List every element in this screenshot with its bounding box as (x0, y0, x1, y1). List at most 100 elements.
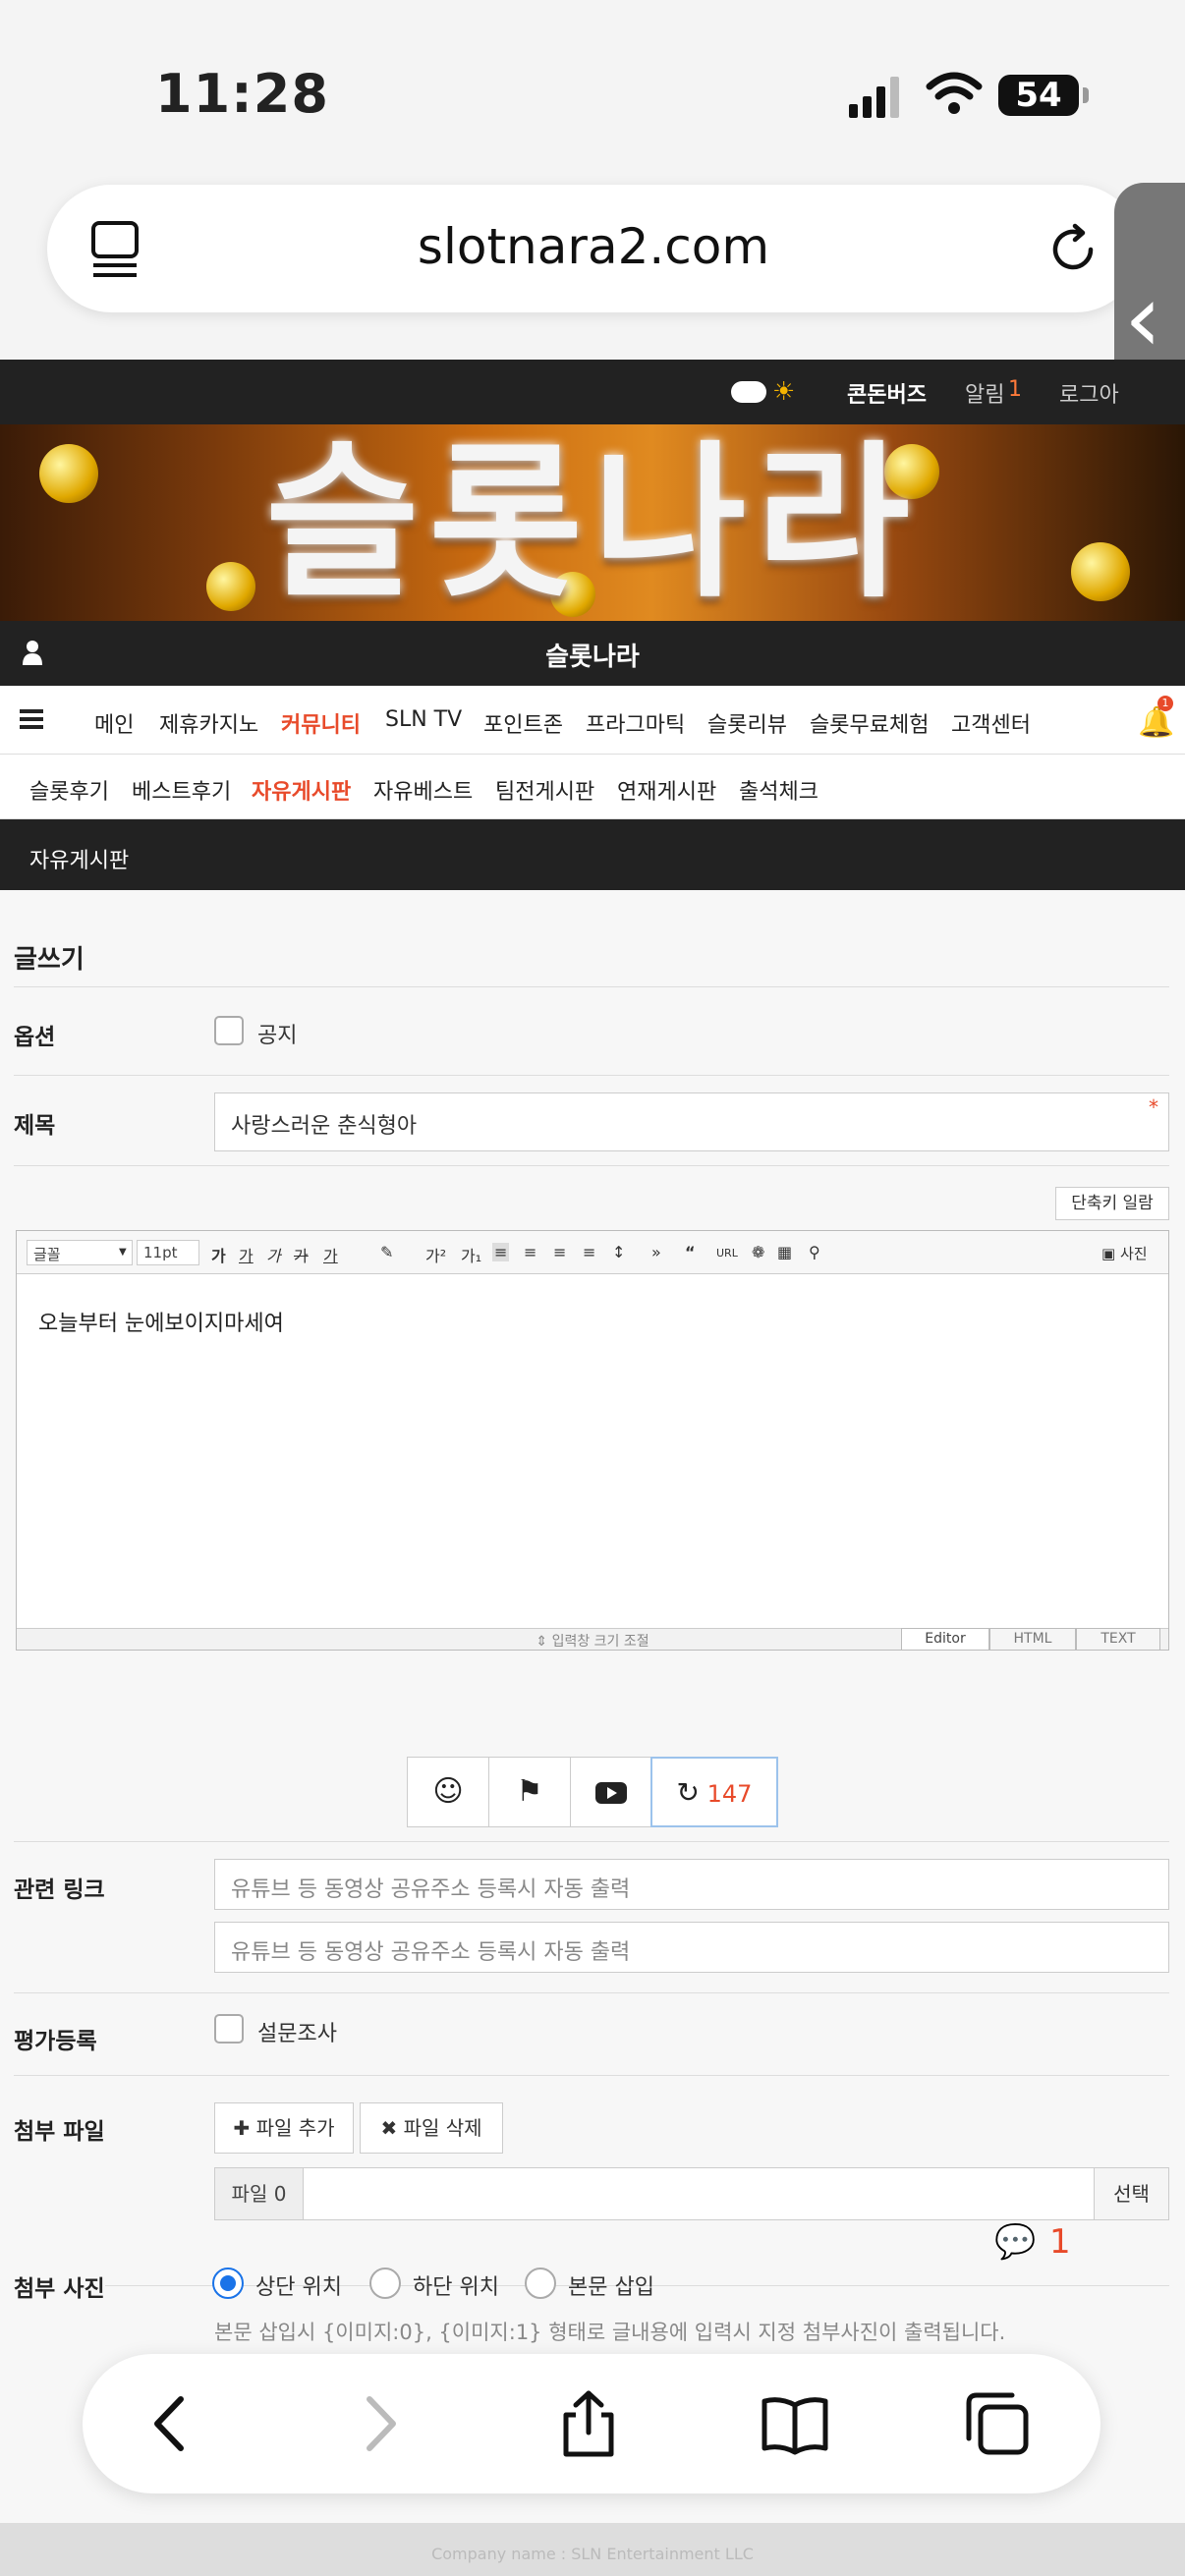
submenu-item-best-review[interactable]: 베스트후기 (132, 774, 231, 806)
back-icon[interactable] (138, 2389, 206, 2458)
align-center-icon[interactable]: ≡ (524, 1243, 536, 1261)
emoji-button[interactable]: ☺ (407, 1757, 489, 1827)
submenu-item-team-board[interactable]: 팀전게시판 (495, 774, 594, 806)
tab-html[interactable]: HTML (989, 1628, 1076, 1650)
bell-icon[interactable]: 🔔 (1138, 705, 1174, 740)
align-right-icon[interactable]: ≡ (553, 1243, 566, 1261)
file-count-label: 파일 0 (215, 2168, 304, 2219)
reload-icon[interactable] (1045, 222, 1100, 277)
line-height-icon[interactable]: ↕ (612, 1243, 625, 1261)
radio-top-position[interactable] (212, 2268, 244, 2299)
option-label: 옵션 (14, 1025, 56, 1050)
menu-item-pragmatic[interactable]: 프라그마틱 (586, 707, 685, 739)
submenu-item-attendance[interactable]: 출석체크 (739, 774, 818, 806)
special-char-icon[interactable]: ❁ (752, 1243, 764, 1261)
notification-badge: 1 (1157, 696, 1173, 711)
theme-toggle[interactable] (731, 381, 766, 403)
tabs-icon[interactable] (963, 2389, 1032, 2458)
highlight-icon[interactable]: ✎ (380, 1243, 393, 1261)
submenu-item-slot-review[interactable]: 슬롯후기 (29, 774, 109, 806)
link-input-1[interactable]: 유튜브 등 동영상 공유주소 등록시 자동 출력 (214, 1859, 1169, 1910)
sub-menu: 슬롯후기 베스트후기 자유게시판 자유베스트 팀전게시판 연재게시판 출석체크 (0, 755, 1185, 819)
battery-indicator: 54 (998, 75, 1089, 116)
delete-file-button[interactable]: ✖ 파일 삭제 (360, 2102, 503, 2154)
comment-bubble-icon[interactable]: 💬 (994, 2222, 1036, 2262)
search-icon[interactable]: ⚲ (809, 1243, 820, 1261)
rich-text-editor[interactable]: 글꼴 ▼ 11pt 가 가 가 가 가 ✎ 가² 가₁ ≡ ≡ ≡ ≡ ↕ » … (16, 1230, 1169, 1651)
url-icon[interactable]: URL (716, 1247, 738, 1260)
divider (14, 1841, 1169, 1842)
nav-link-alerts[interactable]: 알림 (965, 377, 1004, 409)
font-size-select[interactable]: 11pt (137, 1240, 199, 1265)
tab-editor[interactable]: Editor (901, 1628, 989, 1650)
subject-input[interactable]: 사랑스러운 춘식형아 * (214, 1092, 1169, 1151)
board-title-bar: 자유게시판 (0, 819, 1185, 890)
menu-item-free-trial[interactable]: 슬롯무료체험 (810, 707, 929, 739)
survey-checkbox[interactable] (214, 2014, 244, 2044)
underline-icon[interactable]: 가 (239, 1243, 254, 1266)
link-label: 관련 링크 (14, 1877, 105, 1903)
radio-body-insert[interactable] (525, 2268, 556, 2299)
sun-icon: ☀ (772, 377, 796, 407)
chevron-left-icon: ‹ (1124, 263, 1162, 373)
bookmarks-icon[interactable] (761, 2389, 829, 2458)
bold-icon[interactable]: 가 (211, 1243, 226, 1266)
file-input[interactable]: 파일 0 선택 (214, 2167, 1169, 2220)
strikethrough-icon[interactable]: 가 (294, 1243, 309, 1266)
tab-text[interactable]: TEXT (1076, 1628, 1160, 1650)
rating-label: 평가등록 (14, 2029, 97, 2054)
top-nav: ☀ 콘돈버즈 알림 1 로그아 (0, 360, 1185, 424)
refresh-icon: ↻ (676, 1776, 700, 1809)
superscript-icon[interactable]: 가² (425, 1243, 446, 1266)
notice-checkbox[interactable] (214, 1016, 244, 1045)
add-file-button[interactable]: ✚ 파일 추가 (214, 2102, 354, 2154)
subscript-icon[interactable]: 가₁ (461, 1243, 481, 1266)
nav-link-user[interactable]: 콘돈버즈 (847, 377, 927, 409)
refresh-count: 147 (706, 1780, 753, 1808)
quote-icon[interactable]: “ (685, 1243, 696, 1261)
select-file-button[interactable]: 선택 (1094, 2168, 1168, 2219)
table-icon[interactable]: ▦ (777, 1243, 792, 1261)
radio-bottom-position[interactable] (369, 2268, 401, 2299)
forward-icon[interactable] (344, 2389, 413, 2458)
youtube-icon (595, 1781, 627, 1804)
menu-item-point-zone[interactable]: 포인트존 (483, 707, 563, 739)
submenu-item-free-board[interactable]: 자유게시판 (252, 774, 351, 806)
site-bar: 슬롯나라 (0, 621, 1185, 686)
address-bar[interactable]: slotnara2.com (47, 185, 1140, 312)
shortcut-list-button[interactable]: 단축키 일람 (1055, 1187, 1169, 1220)
font-color-icon[interactable]: 가 (323, 1243, 338, 1266)
url-domain[interactable]: slotnara2.com (47, 218, 1140, 275)
divider (14, 1165, 1169, 1166)
divider (14, 2075, 1169, 2076)
editor-content[interactable]: 오늘부터 눈에보이지마세여 (38, 1306, 284, 1337)
flag-button[interactable]: ⚑ (488, 1757, 571, 1827)
site-banner[interactable]: 슬롯나라 (0, 424, 1185, 621)
submenu-item-series-board[interactable]: 연재게시판 (617, 774, 716, 806)
share-icon[interactable] (554, 2389, 623, 2458)
smile-icon: ☺ (432, 1774, 464, 1809)
align-justify-icon[interactable]: ≡ (583, 1243, 595, 1261)
menu-item-slot-review[interactable]: 슬롯리뷰 (707, 707, 787, 739)
hamburger-menu-icon[interactable] (20, 709, 43, 729)
menu-item-partner-casino[interactable]: 제휴카지노 (159, 707, 258, 739)
nav-link-logout[interactable]: 로그아 (1059, 377, 1119, 409)
menu-item-sln-tv[interactable]: SLN TV (385, 707, 462, 732)
comment-count: 1 (1049, 2222, 1071, 2262)
status-bar: 11:28 54 (0, 0, 1185, 187)
italic-icon[interactable]: 가 (266, 1243, 281, 1266)
menu-item-main[interactable]: 메인 (94, 707, 134, 739)
photo-button[interactable]: ▣ 사진 (1101, 1243, 1148, 1263)
align-left-icon[interactable]: ≡ (492, 1243, 510, 1261)
more-icon[interactable]: » (651, 1243, 661, 1261)
font-select[interactable]: 글꼴 (27, 1240, 133, 1265)
menu-item-support[interactable]: 고객센터 (951, 707, 1031, 739)
link-input-2[interactable]: 유튜브 등 동영상 공유주소 등록시 자동 출력 (214, 1922, 1169, 1973)
youtube-button[interactable] (570, 1757, 652, 1827)
wifi-icon (926, 72, 983, 114)
submenu-item-free-best[interactable]: 자유베스트 (373, 774, 473, 806)
menu-item-community[interactable]: 커뮤니티 (281, 707, 361, 739)
divider (14, 1992, 1169, 1993)
photo-label: 사진 (1119, 1245, 1148, 1262)
refresh-counter-button[interactable]: ↻ 147 (650, 1757, 778, 1827)
